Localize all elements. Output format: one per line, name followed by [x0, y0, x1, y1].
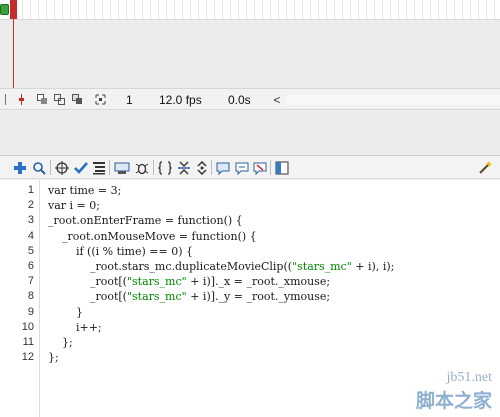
flash-actions-window: 1 12.0 fps 0.0s < 1 var time = 3; 2 var …: [0, 0, 500, 417]
string-literal: "stars_mc": [126, 290, 187, 304]
add-statement-icon[interactable]: [11, 159, 28, 176]
onion-skin-outlines-icon[interactable]: [54, 94, 65, 105]
modify-onion-markers-icon[interactable]: [95, 94, 106, 105]
find-icon[interactable]: [30, 159, 47, 176]
code-segment: _root[(: [48, 275, 127, 289]
code-line[interactable]: 11 };: [0, 335, 500, 350]
timeline-frames-strip[interactable]: [0, 0, 500, 20]
toolbar-separator: [270, 160, 271, 175]
collapse-between-braces-icon[interactable]: [156, 159, 173, 176]
check-syntax-icon[interactable]: [72, 159, 89, 176]
onion-skin-icon[interactable]: [37, 94, 48, 105]
code-segment: + i)]._x = _root._xmouse;: [186, 275, 331, 289]
debug-options-icon[interactable]: [133, 159, 150, 176]
show-code-hint-icon[interactable]: [113, 159, 130, 176]
apply-line-comment-icon[interactable]: [233, 159, 250, 176]
line-number: 4: [27, 229, 34, 242]
layer-keyframe-icon: [0, 4, 9, 15]
watermark-name: 脚本之家: [415, 390, 492, 412]
line-number: 9: [27, 305, 34, 318]
code-segment: _root.onEnterFrame = function() {: [48, 214, 243, 228]
code-segment: var i = 0;: [48, 199, 100, 213]
code-line[interactable]: 6 _root.stars_mc.duplicateMovieClip(("st…: [0, 259, 500, 274]
toolbar-separator: [50, 160, 51, 175]
code-line[interactable]: 5 if ((i % time) == 0) {: [0, 244, 500, 259]
current-frame-value: 1: [126, 93, 133, 107]
frame-rate-value[interactable]: 12.0 fps: [159, 93, 202, 107]
code-text: _root.onEnterFrame = function() {: [48, 213, 243, 228]
line-number: 3: [27, 214, 34, 227]
frame-cells[interactable]: [14, 0, 500, 19]
insert-target-path-icon[interactable]: [53, 159, 70, 176]
playhead-line: [13, 19, 14, 88]
panel-divider-area: [0, 111, 500, 155]
code-text: _root.stars_mc.duplicateMovieClip(("star…: [48, 259, 394, 274]
code-line[interactable]: 12};: [0, 350, 500, 365]
apply-block-comment-icon[interactable]: [214, 159, 231, 176]
line-number: 5: [27, 244, 34, 257]
code-segment: _root[(: [48, 290, 127, 304]
edit-multiple-frames-icon[interactable]: [72, 94, 83, 105]
line-number: 10: [21, 320, 34, 333]
code-segment: };: [48, 336, 73, 349]
line-number: 8: [27, 290, 34, 303]
code-line[interactable]: 10 i++;: [0, 320, 500, 335]
auto-format-icon[interactable]: [90, 159, 107, 176]
code-text: i++;: [48, 320, 102, 335]
watermark-site: jb51.net: [446, 370, 493, 385]
code-text: if ((i % time) == 0) {: [48, 244, 193, 259]
code-line[interactable]: 8 _root[("stars_mc" + i)]._y = _root._ym…: [0, 289, 500, 304]
line-number: 2: [27, 199, 34, 212]
line-number: 12: [21, 351, 34, 364]
code-segment: + i), i);: [351, 260, 395, 273]
actions-toolbar: [0, 155, 500, 179]
code-line[interactable]: 3 _root.onEnterFrame = function() {: [0, 213, 500, 228]
scroll-marker-icon: [5, 94, 6, 105]
script-assist-icon[interactable]: [476, 159, 493, 176]
string-literal: "stars_mc": [292, 260, 352, 273]
script-editor[interactable]: 1 var time = 3; 2 var i = 0; 3 _root.onEnterF…: [0, 180, 500, 417]
toolbar-separator: [153, 160, 154, 175]
code-segment: var time = 3;: [48, 184, 122, 197]
code-text: _root[("stars_mc" + i)]._y = _root._ymou…: [48, 289, 330, 304]
line-number: 11: [22, 336, 34, 348]
expand-all-icon[interactable]: [193, 159, 210, 176]
site-watermark: jb51.net 脚本之家: [354, 370, 494, 414]
timeline-status-bar: 1 12.0 fps 0.0s <: [0, 88, 500, 110]
code-segment: if ((i % time) == 0) {: [48, 244, 193, 258]
code-line[interactable]: 4 _root.onMouseMove = function() {: [0, 229, 500, 244]
code-text: };: [48, 335, 73, 350]
code-text: var time = 3;: [48, 183, 121, 198]
show-hide-toolbox-icon[interactable]: [273, 159, 290, 176]
code-text: _root[("stars_mc" + i)]._x = _root._xmou…: [48, 274, 330, 289]
code-segment: + i)]._y = _root._ymouse;: [186, 290, 331, 304]
scroll-left-button[interactable]: <: [270, 92, 284, 107]
code-line[interactable]: 7 _root[("stars_mc" + i)]._x = _root._xm…: [0, 274, 500, 289]
code-text: };: [48, 350, 59, 365]
code-text: _root.onMouseMove = function() {: [48, 229, 257, 244]
code-segment: }: [48, 305, 83, 319]
string-literal: "stars_mc": [126, 275, 187, 289]
toolbar-separator: [211, 160, 212, 175]
code-line[interactable]: 9 }: [0, 305, 500, 320]
remove-comment-icon[interactable]: [251, 159, 268, 176]
code-text: var i = 0;: [48, 198, 100, 213]
line-number: 6: [27, 260, 34, 272]
code-segment: _root.stars_mc.duplicateMovieClip((: [48, 260, 293, 273]
playhead-handle[interactable]: [10, 0, 17, 19]
elapsed-time-value: 0.0s: [228, 93, 251, 107]
code-text: }: [48, 305, 83, 320]
code-segment: };: [48, 351, 59, 365]
line-number: 7: [27, 275, 34, 288]
timeline-empty-area: [0, 20, 500, 88]
timeline-horizontal-scrollbar[interactable]: [286, 95, 500, 105]
code-line[interactable]: 1 var time = 3;: [0, 183, 500, 198]
code-segment: _root.onMouseMove = function() {: [48, 229, 257, 243]
code-line[interactable]: 2 var i = 0;: [0, 198, 500, 213]
code-segment: i++;: [48, 320, 102, 334]
toolbar-separator: [109, 160, 110, 175]
line-number: 1: [27, 184, 34, 196]
collapse-selection-icon[interactable]: [175, 159, 192, 176]
center-frame-icon[interactable]: [16, 94, 27, 105]
